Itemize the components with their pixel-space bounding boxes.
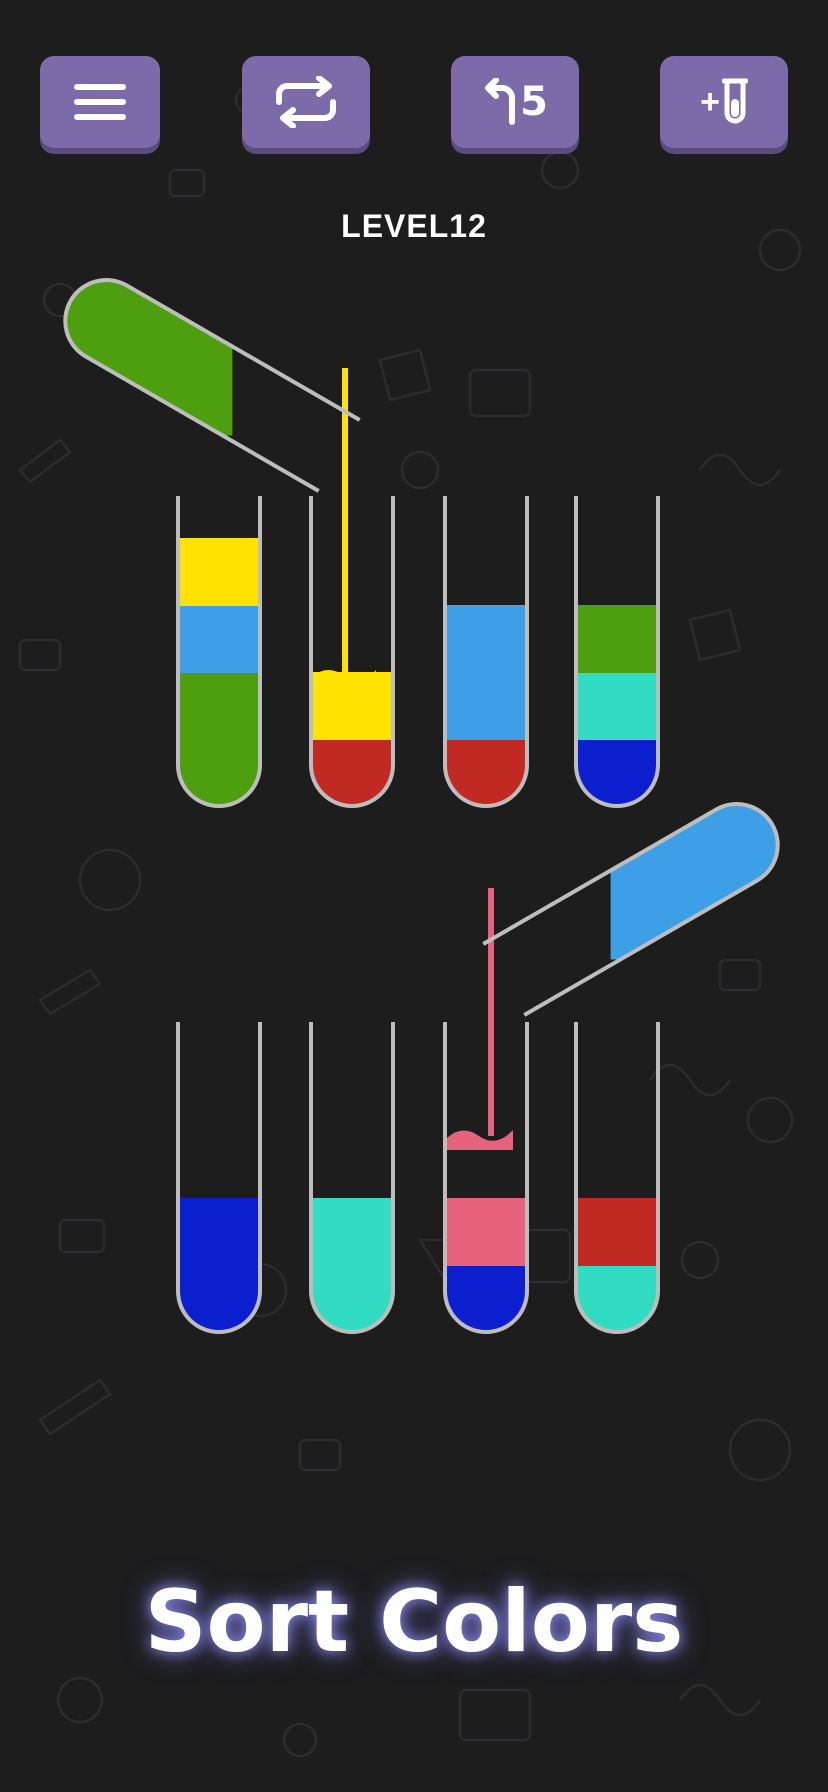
liquid-layer-pink [445, 1198, 527, 1266]
tube-4[interactable] [574, 496, 660, 808]
liquid-layer-dark_blue [178, 1198, 260, 1266]
liquid-layer-red [576, 1198, 658, 1266]
liquid-layer-light_blue [178, 605, 260, 673]
liquid-layer-teal [311, 1198, 393, 1266]
liquid-layer-green [178, 672, 260, 740]
tube-6[interactable] [309, 1022, 395, 1334]
liquid-layer-teal [576, 672, 658, 740]
pour-stream [488, 888, 494, 1136]
splash-pink [447, 1130, 513, 1150]
tube-1[interactable] [176, 496, 262, 808]
tube-8[interactable] [574, 1022, 660, 1334]
tube-2[interactable] [309, 496, 395, 808]
liquid-layer-light_blue [445, 672, 527, 740]
game-board [30, 166, 793, 1334]
sort-colors-title: Sort Colors [144, 1572, 684, 1672]
liquid-layer-light_blue [445, 605, 527, 673]
liquid-layer-green [50, 265, 233, 436]
liquid-layer-yellow [30, 166, 232, 236]
tube-3[interactable] [443, 496, 529, 808]
tube-5[interactable] [176, 1022, 262, 1334]
liquid-layer-green [576, 605, 658, 673]
tube-7[interactable] [443, 1022, 529, 1334]
liquid-layer-yellow [178, 538, 260, 606]
